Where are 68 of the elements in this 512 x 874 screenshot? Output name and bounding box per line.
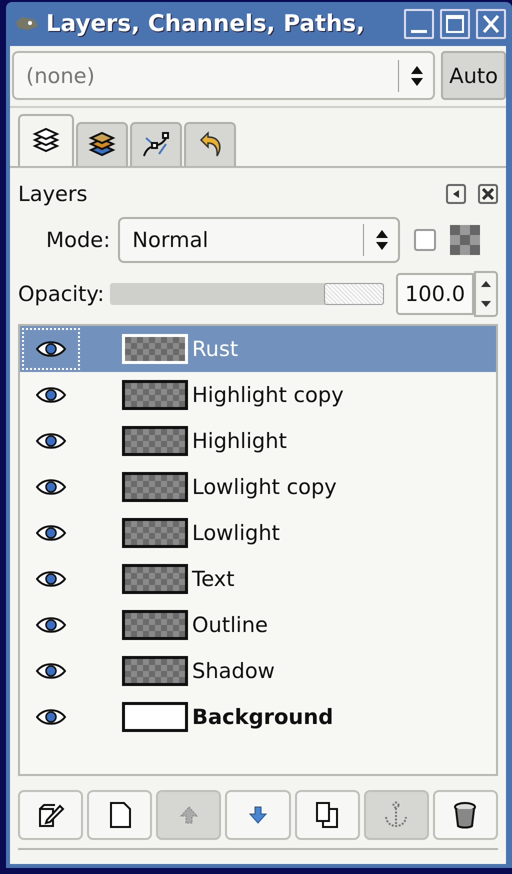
- spin-arrows-icon[interactable]: [474, 271, 498, 317]
- dock-tab[interactable]: [18, 114, 74, 166]
- mode-dropdown[interactable]: Normal: [118, 217, 400, 263]
- dock-tab[interactable]: [76, 122, 128, 166]
- dock-tab[interactable]: [130, 122, 182, 166]
- dock-tab[interactable]: [184, 122, 236, 166]
- opacity-label: Opacity:: [18, 282, 104, 306]
- down-arrow-icon: [248, 805, 268, 825]
- eye-icon[interactable]: [36, 570, 66, 588]
- layer-name: Background: [192, 705, 334, 729]
- layer-thumbnail: [122, 472, 188, 502]
- layer-name: Lowlight copy: [192, 475, 337, 499]
- image-dropdown[interactable]: (none): [12, 51, 436, 100]
- layer-name: Lowlight: [192, 521, 280, 545]
- eye-icon[interactable]: [36, 524, 66, 542]
- eye-icon[interactable]: [36, 616, 66, 634]
- opacity-field[interactable]: 100.0: [396, 273, 474, 315]
- layer-row[interactable]: Shadow: [20, 648, 496, 694]
- layer-thumbnail: [122, 702, 188, 732]
- eye-icon[interactable]: [36, 340, 66, 358]
- minimize-button[interactable]: [404, 9, 434, 39]
- mode-label: Mode:: [46, 228, 110, 252]
- layer-row[interactable]: Lowlight: [20, 510, 496, 556]
- window-title: Layers, Channels, Paths,: [46, 11, 366, 37]
- layer-name: Highlight: [192, 429, 287, 453]
- close-icon[interactable]: [478, 184, 498, 204]
- layer-row[interactable]: Lowlight copy: [20, 464, 496, 510]
- layer-name: Text: [192, 567, 234, 591]
- delete-layer-button[interactable]: [432, 790, 498, 840]
- layer-thumbnail: [122, 564, 188, 594]
- eye-icon[interactable]: [36, 432, 66, 450]
- layer-thumbnail: [122, 426, 188, 456]
- layer-name: Shadow: [192, 659, 275, 683]
- up-arrow-icon: [178, 805, 199, 825]
- layer-thumbnail: [122, 380, 188, 410]
- opacity-slider[interactable]: [110, 283, 384, 305]
- close-icon: [481, 14, 501, 34]
- layer-row[interactable]: Text: [20, 556, 496, 602]
- layer-thumbnail: [122, 518, 188, 548]
- panel-title: Layers: [18, 182, 88, 206]
- edit-icon: [36, 801, 65, 829]
- eye-icon[interactable]: [36, 386, 66, 404]
- minimize-icon: [411, 30, 427, 32]
- edit-layer-button[interactable]: [18, 790, 84, 840]
- layer-thumbnail: [122, 656, 188, 686]
- trash-icon: [452, 801, 478, 829]
- layer-row[interactable]: Highlight: [20, 418, 496, 464]
- duplicate-layer-button[interactable]: [294, 790, 360, 840]
- maximize-icon: [445, 14, 465, 34]
- anchor-icon: [383, 801, 410, 829]
- transparency-icon: [450, 225, 480, 255]
- layer-row[interactable]: Highlight copy: [20, 372, 496, 418]
- layer-name: Highlight copy: [192, 383, 344, 407]
- eye-icon[interactable]: [36, 478, 66, 496]
- eye-icon[interactable]: [36, 662, 66, 680]
- layer-name: Rust: [192, 337, 238, 361]
- layer-row[interactable]: Background: [20, 694, 496, 740]
- maximize-button[interactable]: [440, 9, 470, 39]
- layer-thumbnail: [122, 334, 188, 364]
- auto-button[interactable]: Auto: [441, 51, 506, 100]
- panel-menu-icon[interactable]: [446, 184, 466, 204]
- eye-icon[interactable]: [36, 708, 66, 726]
- layer-name: Outline: [192, 613, 268, 637]
- close-button[interactable]: [476, 9, 506, 39]
- lock-checkbox[interactable]: [414, 229, 436, 251]
- layer-row[interactable]: Outline: [20, 602, 496, 648]
- layer-thumbnail: [122, 610, 188, 640]
- new-layer-button[interactable]: [87, 790, 152, 840]
